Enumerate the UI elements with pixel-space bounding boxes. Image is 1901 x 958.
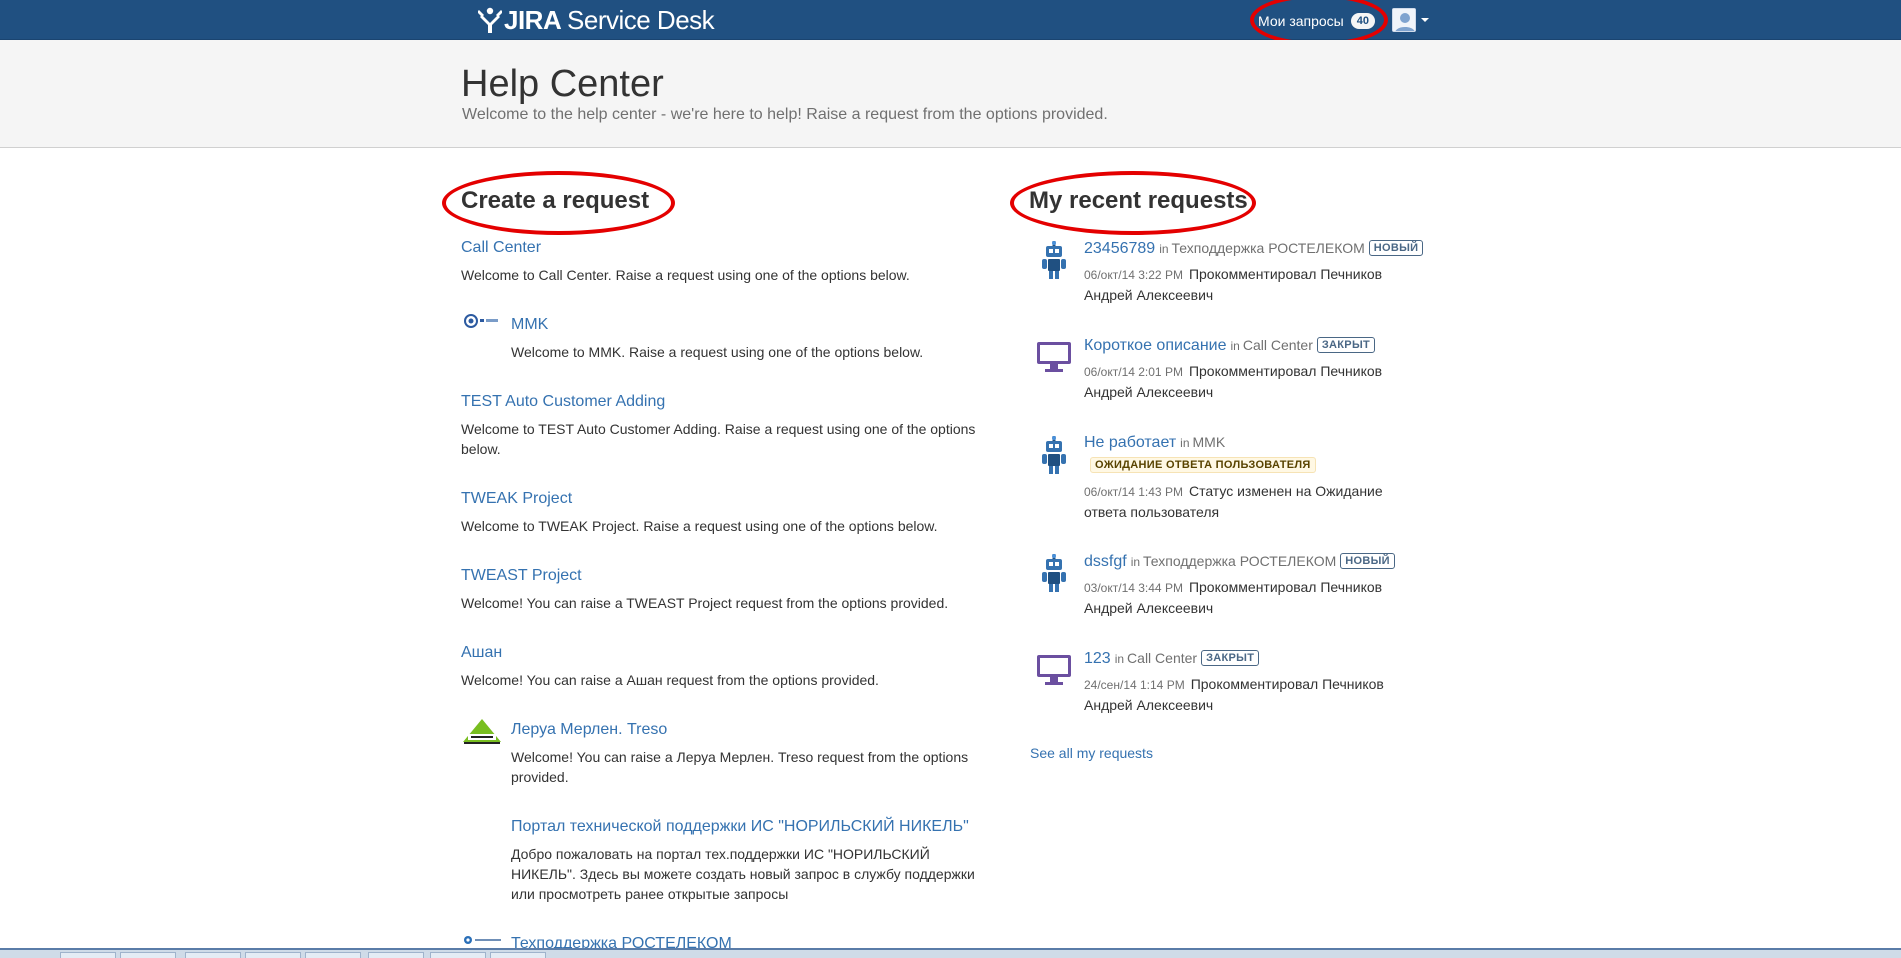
taskbar-button[interactable] (185, 952, 241, 958)
request-summary-link[interactable]: Не работает (1084, 434, 1176, 451)
page-title: Help Center (461, 63, 664, 105)
taskbar-button[interactable] (120, 952, 176, 958)
request-in-label: in (1114, 652, 1125, 666)
portal-link-norilsk-nickel-support[interactable]: Портал технической поддержки ИС "НОРИЛЬС… (511, 817, 969, 837)
portal-link-leroy-merlin-treso[interactable]: Леруа Мерлен. Treso (511, 720, 667, 740)
logo-text-service-desk: Service Desk (567, 4, 715, 35)
request-in-label: in (1159, 242, 1169, 256)
request-timestamp: 06/окт/14 2:01 PM (1084, 365, 1183, 379)
recent-requests-heading: My recent requests (1029, 187, 1248, 214)
request-timestamp: 06/окт/14 1:43 PM (1084, 485, 1183, 499)
portal-description-leroy-merlin-treso: Welcome! You can raise a Леруа Мерлен. T… (511, 749, 969, 785)
robot-icon (1040, 554, 1068, 599)
taskbar-button[interactable] (430, 952, 486, 958)
portal-link-call-center[interactable]: Call Center (461, 238, 541, 258)
leroy-merlin-logo-icon (462, 718, 502, 744)
request-activity-1: 06/окт/14 2:01 PM Прокомментировал Печник… (1084, 361, 1414, 402)
request-timestamp: 06/окт/14 3:22 PM (1084, 268, 1183, 282)
logo-text-jira: JIRA (504, 4, 561, 35)
portal-description-tweast-project: Welcome! You can raise a TWEAST Project … (461, 595, 949, 611)
request-summary-link[interactable]: 23456789 (1084, 240, 1155, 257)
my-requests-count-badge: 40 (1350, 13, 1375, 29)
taskbar-button[interactable] (305, 952, 361, 958)
request-summary-link[interactable]: 123 (1084, 650, 1111, 667)
request-summary-link[interactable]: dssfgf (1084, 553, 1127, 570)
portal-link-mmk[interactable]: MMK (511, 315, 548, 335)
portal-description-mmk: Welcome to MMK. Raise a request using on… (511, 344, 924, 360)
request-row-4: 123 in Call Center ЗАКРЫТ (1084, 649, 1260, 668)
status-badge: ЗАКРЫТ (1201, 650, 1260, 666)
request-project-name: Техподдержка РОСТЕЛЕКОМ (1171, 240, 1365, 256)
portal-description-call-center: Welcome to Call Center. Raise a request … (461, 267, 910, 283)
request-row-0: 23456789 in Техподдержка РОСТЕЛЕКОМ НОВЫЙ (1084, 239, 1424, 258)
see-all-requests-link[interactable]: See all my requests (1030, 745, 1153, 761)
my-requests-link[interactable]: Мои запросы 40 (1258, 9, 1375, 33)
status-badge: ЗАКРЫТ (1316, 337, 1376, 353)
robot-icon (1040, 241, 1068, 286)
jira-service-desk-logo[interactable]: JIRA Service Desk (478, 4, 715, 35)
my-requests-label: Мои запросы (1258, 13, 1344, 29)
os-taskbar (0, 948, 1901, 958)
mmk-logo-icon (464, 313, 502, 329)
request-row-1: Короткое описание in Call Center ЗАКРЫТ (1084, 336, 1376, 355)
create-request-heading: Create a request (461, 187, 650, 214)
request-timestamp: 03/окт/14 3:44 PM (1084, 581, 1183, 595)
robot-icon (1040, 436, 1068, 481)
request-row-3: dssfgf in Техподдержка РОСТЕЛЕКОМ НОВЫЙ (1084, 552, 1395, 571)
request-in-label: in (1180, 436, 1190, 450)
request-activity-4: 24/сен/14 1:14 PM Прокомментировал Печник… (1084, 674, 1414, 715)
request-project-name: Call Center (1127, 650, 1198, 666)
request-activity-0: 06/окт/14 3:22 PM Прокомментировал Печник… (1084, 264, 1414, 305)
portal-link-test-auto-customer-adding[interactable]: TEST Auto Customer Adding (461, 392, 665, 412)
request-activity-3: 03/окт/14 3:44 PM Прокомментировал Печник… (1084, 577, 1414, 618)
taskbar-button[interactable] (490, 952, 546, 958)
request-summary-link[interactable]: Короткое описание (1084, 337, 1226, 354)
request-in-label: in (1130, 555, 1141, 569)
portal-description-test-auto-customer-adding: Welcome to TEST Auto Customer Adding. Ra… (461, 421, 976, 457)
taskbar-button[interactable] (245, 952, 301, 958)
help-center-header: Help Center Welcome to the help center -… (0, 40, 1901, 148)
taskbar-button[interactable] (60, 952, 116, 958)
request-project-name: MMK (1192, 434, 1226, 450)
monitor-icon (1036, 654, 1072, 691)
top-navigation-bar: JIRA Service Desk Мои запросы 40 (0, 0, 1901, 40)
portal-link-tweast-project[interactable]: TWEAST Project (461, 566, 582, 586)
status-badge: НОВЫЙ (1340, 553, 1395, 569)
page-subtitle: Welcome to the help center - we're here … (462, 106, 1108, 123)
portal-description-tweak-project: Welcome to TWEAK Project. Raise a reques… (461, 518, 938, 534)
monitor-icon (1036, 341, 1072, 378)
taskbar-button[interactable] (368, 952, 424, 958)
request-status-row-2: ОЖИДАНИЕ ОТВЕТА ПОЛЬЗОВАТЕЛЯ (1084, 456, 1316, 474)
status-badge: ОЖИДАНИЕ ОТВЕТА ПОЛЬЗОВАТЕЛЯ (1090, 457, 1316, 473)
request-in-label: in (1230, 339, 1240, 353)
portal-link-auchan[interactable]: Ашан (461, 643, 502, 663)
chevron-down-icon (1421, 18, 1429, 22)
portal-description-norilsk-nickel-support: Добро пожаловать на портал тех.поддержки… (511, 846, 975, 902)
request-project-name: Техподдержка РОСТЕЛЕКОМ (1143, 553, 1337, 569)
rostelecom-logo-icon (463, 933, 503, 945)
user-profile-menu[interactable] (1392, 6, 1429, 34)
request-activity-2: 06/окт/14 1:43 PM Статус изменен на Ожида… (1084, 481, 1414, 522)
jira-logo-icon (478, 7, 502, 33)
status-badge: НОВЫЙ (1368, 240, 1424, 256)
user-avatar-icon (1392, 8, 1416, 32)
portal-link-tweak-project[interactable]: TWEAK Project (461, 489, 572, 509)
request-timestamp: 24/сен/14 1:14 PM (1084, 678, 1185, 692)
portal-description-auchan: Welcome! You can raise a Ашан request fr… (461, 672, 879, 688)
request-row-2: Не работает in MMK (1084, 433, 1225, 452)
request-project-name: Call Center (1242, 337, 1313, 353)
